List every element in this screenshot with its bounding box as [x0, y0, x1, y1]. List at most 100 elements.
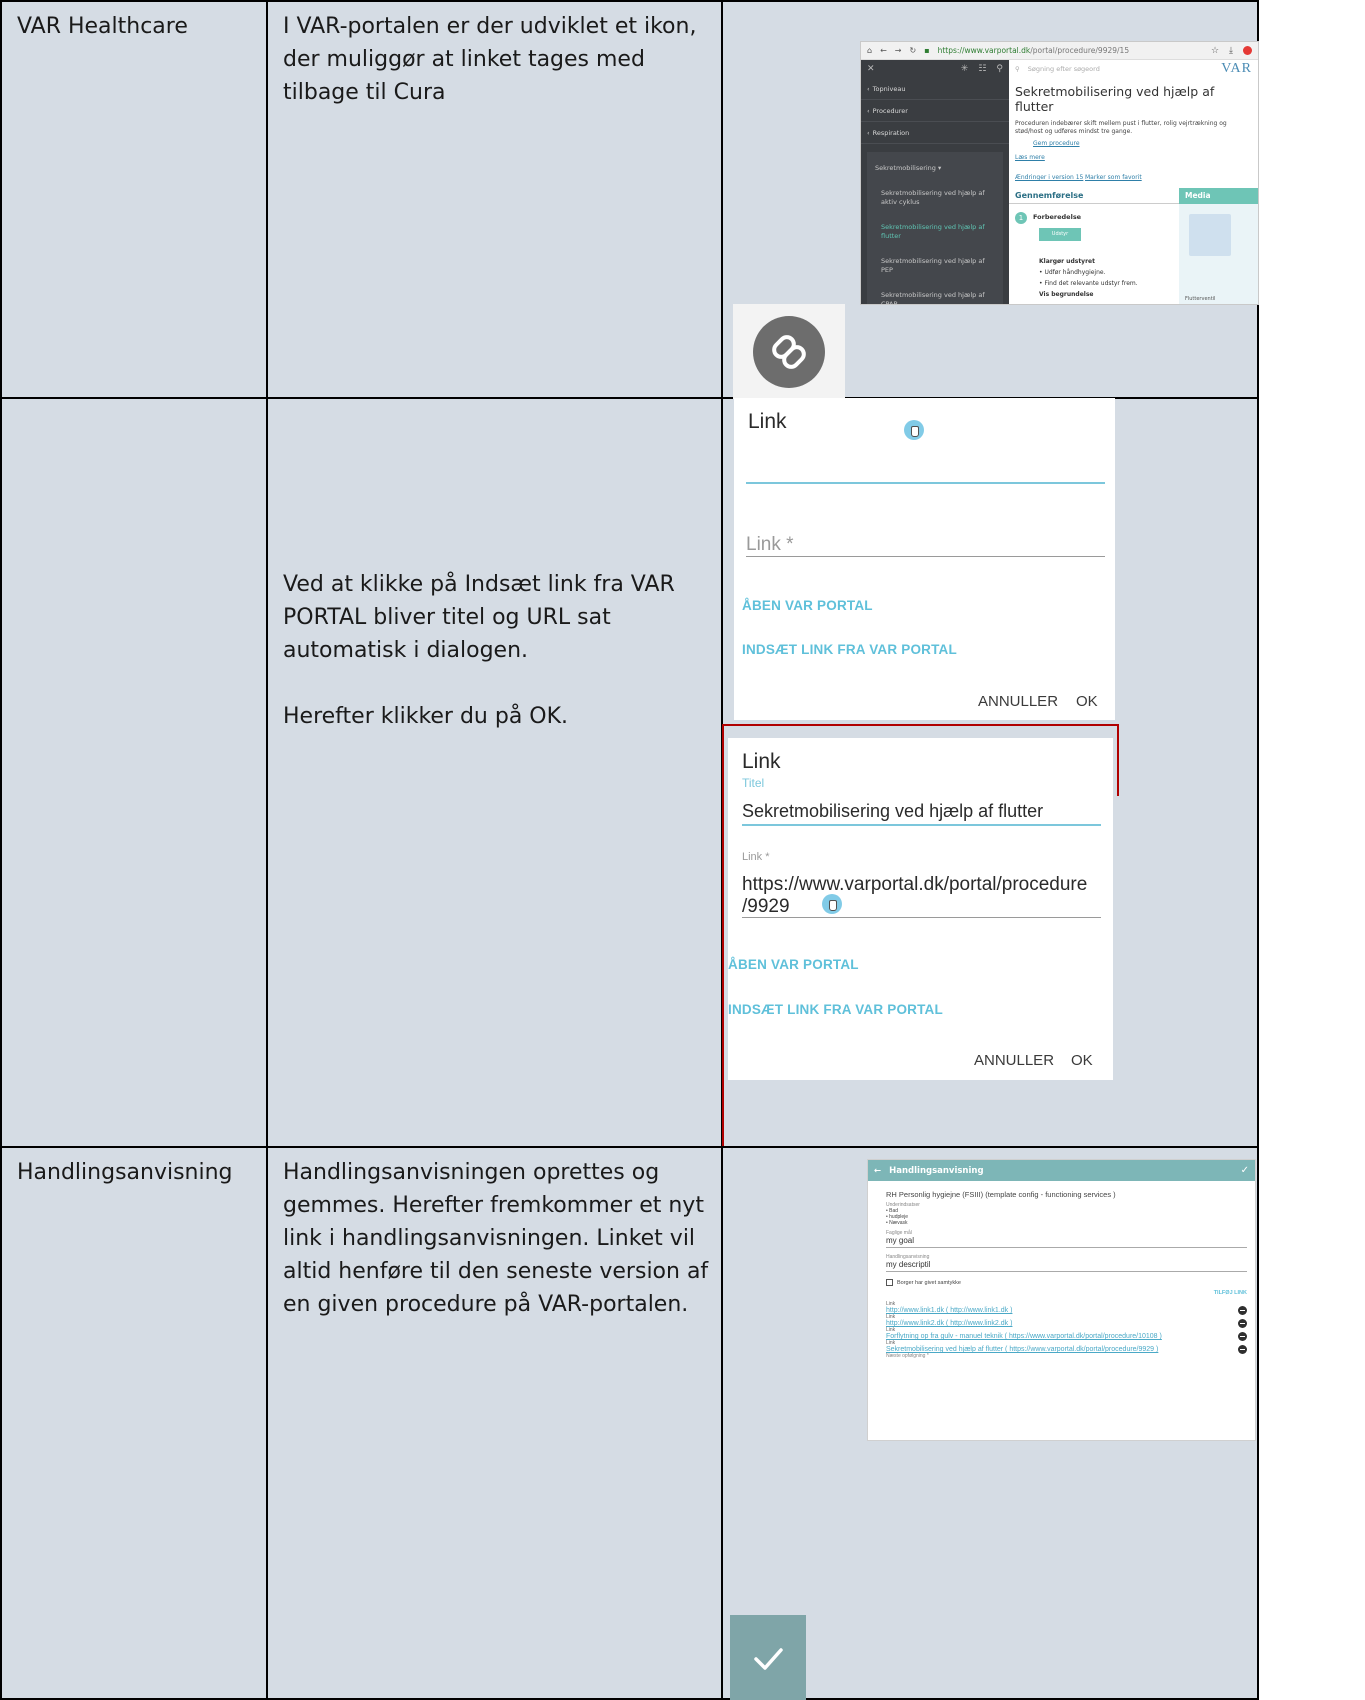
prep-item-2: Find det relevante udstyr frem.	[1044, 280, 1138, 287]
dialog-title: Link	[748, 410, 787, 433]
step-title: Forberedelse	[1033, 213, 1082, 221]
save-check-icon[interactable]: ✓	[1241, 1165, 1249, 1176]
cancel-button[interactable]: ANNULLER	[974, 1052, 1054, 1069]
row2-col2: Ved at klikke på Indsæt link fra VAR POR…	[266, 397, 723, 1148]
udstyr-button[interactable]: Udstyr	[1039, 228, 1081, 241]
reload-icon[interactable]: ↻	[909, 46, 916, 55]
procedure-description: Proceduren indebærer skift mellem pust i…	[1015, 120, 1227, 135]
user-icon[interactable]: ⚲	[996, 64, 1003, 74]
titel-field-underline[interactable]	[746, 482, 1105, 484]
search-icon: ⚲	[1015, 65, 1020, 73]
link-icon-tile	[733, 304, 845, 399]
link-field-underline	[746, 556, 1105, 557]
sidebar-item-topniveau[interactable]: ‹ Topniveau	[861, 78, 1009, 100]
ha-header-title: Handlingsanvisning	[889, 1165, 984, 1176]
read-more-link[interactable]: Læs mere	[1015, 154, 1045, 161]
toggle-label[interactable]: Vis begrundelse	[1039, 291, 1093, 298]
section-gennemforelse: Gennemførelse	[1009, 188, 1179, 204]
open-var-portal-button[interactable]: ÅBEN VAR PORTAL	[728, 957, 859, 972]
row2-col1	[0, 397, 268, 1148]
row2-col2-paragraph2: Herefter klikker du på OK.	[283, 704, 569, 729]
remove-link-icon[interactable]	[1238, 1345, 1247, 1354]
ha-link-1[interactable]: http://www.link1.dk ( http://www.link1.d…	[886, 1307, 1247, 1314]
handlingsanvisning-screenshot: ← Handlingsanvisning ✓ RH Personlig hygi…	[868, 1160, 1255, 1440]
chain-link-icon[interactable]	[753, 315, 825, 388]
extension-icon[interactable]	[1243, 45, 1252, 55]
sidebar-sub-pep[interactable]: Sekretmobilisering ved hjælp af PEP	[867, 249, 1003, 283]
url-path: /portal/procedure/9929/15	[1030, 46, 1130, 55]
var-portal-screenshot: ⌂ ← → ↻ ▪ https://www.varportal.dk/porta…	[861, 42, 1258, 304]
media-thumbnail[interactable]	[1189, 214, 1231, 256]
settings-icon[interactable]: ✳	[961, 64, 969, 74]
ha-footer-label: Næste opfølgning *	[886, 1353, 929, 1359]
back-arrow-icon[interactable]: ←	[880, 46, 887, 55]
favorite-link[interactable]: Marker som favorit	[1085, 174, 1142, 181]
dialog-title: Link	[742, 750, 781, 773]
ha-consent-row[interactable]: Borger har givet samtykke	[886, 1279, 1247, 1286]
row1-col1: VAR Healthcare	[0, 0, 268, 399]
checkbox-icon[interactable]	[886, 1279, 893, 1286]
procedure-title: Sekretmobilisering ved hjælp af flutter	[1015, 84, 1215, 114]
cancel-button[interactable]: ANNULLER	[978, 693, 1058, 710]
sidebar-group-sekretmobilisering[interactable]: Sekretmobilisering ▾	[867, 156, 1003, 181]
back-arrow-icon[interactable]: ←	[874, 1166, 881, 1176]
sidebar-sub-cpap[interactable]: Sekretmobilisering ved hjælp af CPAP	[867, 283, 1003, 304]
forward-arrow-icon[interactable]: →	[895, 46, 902, 55]
ha-header: ← Handlingsanvisning ✓	[868, 1160, 1255, 1181]
changes-link[interactable]: Ændringer i version 15	[1015, 174, 1083, 181]
row1-col1-text: VAR Healthcare	[17, 14, 188, 39]
sidebar-sub-aktiv-cyklus[interactable]: Sekretmobilisering ved hjælp af aktiv cy…	[867, 181, 1003, 215]
ok-button[interactable]: OK	[1071, 1052, 1093, 1069]
prep-section: Klargør udstyret • Udfør håndhygiejne. •…	[1039, 258, 1138, 298]
ha-underindsats-3: • Nævask	[886, 1220, 908, 1226]
cursor-icon	[822, 894, 842, 914]
sidebar-item-procedurer[interactable]: ‹ Procedurer	[861, 100, 1009, 122]
search-placeholder: Søgning efter søgeord	[1027, 65, 1100, 73]
url-secure: https://www.varportal.dk	[937, 46, 1031, 55]
ha-link-3[interactable]: Forflytning op fra gulv - manuel teknik …	[886, 1333, 1247, 1340]
titel-label: Titel	[742, 776, 765, 790]
link-field-placeholder[interactable]: Link *	[746, 534, 794, 556]
link-label: Link *	[742, 851, 770, 863]
media-pane: Flutterventil	[1179, 204, 1258, 304]
portal-sidebar: ✕ ✳ ☷ ⚲ ‹ Topniveau ‹ Procedurer ‹ Respi…	[861, 60, 1009, 304]
insert-link-button[interactable]: INDSÆT LINK FRA VAR PORTAL	[728, 1002, 943, 1017]
close-icon[interactable]: ✕	[867, 64, 875, 74]
sidebar-sub-flutter[interactable]: Sekretmobilisering ved hjælp af flutter	[867, 215, 1003, 249]
star-icon[interactable]: ☆	[1211, 46, 1219, 56]
var-logo: VAR	[1221, 61, 1252, 76]
titel-value[interactable]: Sekretmobilisering ved hjælp af flutter	[742, 800, 1043, 822]
row3-col2: Handlingsanvisningen oprettes og gemmes.…	[266, 1146, 723, 1700]
ok-button[interactable]: OK	[1076, 693, 1098, 710]
filter-icon[interactable]: ☷	[978, 64, 986, 74]
row2-col2-paragraph1: Ved at klikke på Indsæt link fra VAR POR…	[283, 572, 675, 663]
add-link-button[interactable]: TILFØJ LINK	[1214, 1290, 1247, 1296]
link-value[interactable]: https://www.varportal.dk/portal/procedur…	[742, 874, 1087, 918]
row3-col1: Handlingsanvisning	[0, 1146, 268, 1700]
media-caption: Flutterventil	[1185, 296, 1216, 302]
row1-col2-text: I VAR-portalen er der udviklet et ikon, …	[283, 14, 697, 105]
sidebar-top-bar: ✕ ✳ ☷ ⚲	[861, 60, 1009, 78]
row1-col2: I VAR-portalen er der udviklet et ikon, …	[266, 0, 723, 399]
ha-goal-field[interactable]: my goal	[886, 1236, 1247, 1248]
download-icon[interactable]: ⤓	[1229, 46, 1233, 56]
ha-body: RH Personlig hygiejne (FSIII) (template …	[886, 1190, 1247, 1359]
ha-desc-field[interactable]: my descriptil	[886, 1260, 1247, 1272]
cursor-icon	[904, 420, 924, 440]
section-media: Media	[1179, 188, 1258, 204]
checkmark-tile[interactable]	[730, 1615, 806, 1700]
home-icon[interactable]: ⌂	[867, 46, 872, 55]
sidebar-item-respiration[interactable]: ‹ Respiration	[861, 122, 1009, 144]
portal-search[interactable]: ⚲ Søgning efter søgeord VAR	[1009, 60, 1258, 78]
ha-link-4[interactable]: Sekretmobilisering ved hjælp af flutter …	[886, 1346, 1247, 1353]
ha-template: RH Personlig hygiejne (FSIII) (template …	[886, 1190, 1116, 1199]
insert-link-button[interactable]: INDSÆT LINK FRA VAR PORTAL	[742, 642, 957, 657]
open-var-portal-button[interactable]: ÅBEN VAR PORTAL	[742, 598, 873, 613]
lock-icon: ▪	[924, 46, 930, 55]
link-dialog-empty: Link Link * ÅBEN VAR PORTAL INDSÆT LINK …	[734, 398, 1115, 720]
save-procedure-link[interactable]: Gem procedure	[1033, 140, 1080, 147]
ha-link-2[interactable]: http://www.link2.dk ( http://www.link2.d…	[886, 1320, 1247, 1327]
browser-address-bar[interactable]: ⌂ ← → ↻ ▪ https://www.varportal.dk/porta…	[861, 42, 1258, 60]
link-dialog-filled: Link Titel Sekretmobilisering ved hjælp …	[728, 738, 1113, 1080]
prep-title: Klargør udstyret	[1039, 258, 1095, 265]
